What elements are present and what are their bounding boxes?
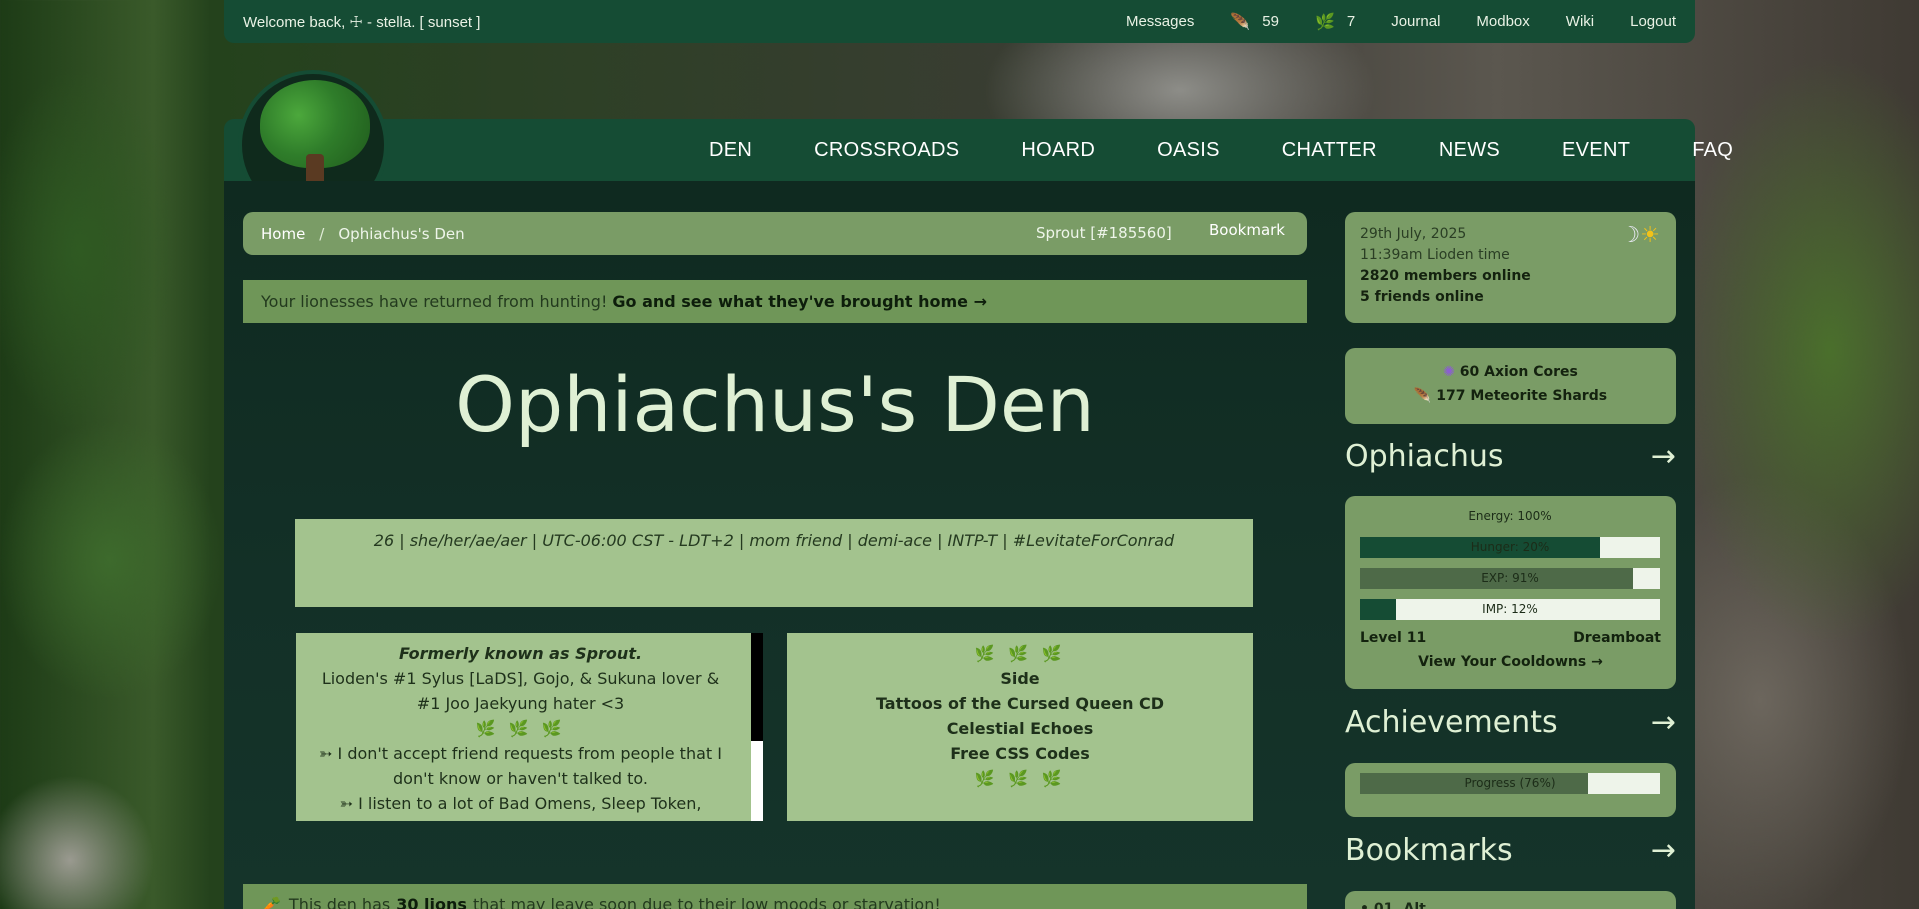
plant-icon: 🌿: [1314, 13, 1335, 31]
friends-online[interactable]: 5 friends online: [1360, 289, 1484, 305]
former-name: Formerly known as Sprout.: [398, 644, 643, 663]
breadcrumb-home[interactable]: Home: [261, 225, 305, 243]
axion-core-icon: ✺: [1443, 364, 1455, 380]
feather-icon: 🪶: [1230, 13, 1251, 31]
bookmarks-card: • 01. Alt: [1345, 891, 1676, 909]
den-links-right: 🌿 🌿 🌿 Side Tattoos of the Cursed Queen C…: [787, 633, 1253, 821]
achievements-arrow-icon[interactable]: →: [1651, 705, 1676, 740]
nav-crossroads[interactable]: CROSSROADS: [814, 139, 959, 162]
link-free-css[interactable]: Free CSS Codes: [787, 741, 1253, 766]
imp-fill: [1360, 599, 1396, 620]
nav-hoard[interactable]: HOARD: [1021, 139, 1095, 162]
link-tattoos[interactable]: Tattoos of the Cursed Queen CD: [787, 691, 1253, 716]
meteorite-shard-icon: 🪶: [1413, 388, 1432, 404]
wiki-link[interactable]: Wiki: [1566, 13, 1594, 30]
alert-text: Your lionesses have returned from huntin…: [261, 292, 608, 311]
modbox-link[interactable]: Modbox: [1476, 13, 1529, 30]
messages-link[interactable]: Messages: [1126, 13, 1194, 30]
hunger-bar: Hunger: 20%: [1360, 537, 1660, 558]
achievements-card: Progress (76%): [1345, 763, 1676, 817]
player-arrow-icon[interactable]: →: [1651, 439, 1676, 474]
feathers-counter[interactable]: 🪶 59: [1230, 12, 1279, 32]
feathers-count: 59: [1262, 13, 1279, 30]
date-text: 29th July, 2025: [1360, 226, 1467, 242]
energy-label: Energy: 100%: [1468, 509, 1552, 523]
welcome-text: Welcome back, ☩ - stella. [ sunset ]: [243, 13, 481, 31]
imp-bar: IMP: 12%: [1360, 599, 1660, 620]
lions-leaving-alert: 🥕 This den has 30 lions that may leave s…: [243, 884, 1307, 909]
level-row: Level 11 Dreamboat: [1360, 630, 1661, 646]
den-bio: 26 | she/her/ae/aer | UTC-06:00 CST - LD…: [295, 519, 1253, 607]
plant-counter[interactable]: 🌿 7: [1315, 12, 1355, 32]
achievement-progress-bar: Progress (76%): [1360, 773, 1660, 794]
top-bar: Welcome back, ☩ - stella. [ sunset ] Mes…: [224, 0, 1695, 43]
energy-bar: Energy: 100%: [1360, 506, 1660, 527]
leaving-post: that may leave soon due to their low moo…: [472, 894, 941, 909]
scrollbar-thumb[interactable]: [751, 741, 763, 821]
player-name[interactable]: Ophiachus: [1345, 439, 1504, 474]
time-card: 29th July, 2025 11:39am Lioden time 2820…: [1345, 212, 1676, 323]
journal-link[interactable]: Journal: [1391, 13, 1440, 30]
bookmark-button[interactable]: Bookmark: [1209, 221, 1285, 239]
lioden-time: 11:39am Lioden time: [1360, 247, 1510, 263]
leaving-count[interactable]: 30 lions: [396, 895, 467, 909]
den-info-left[interactable]: Formerly known as Sprout. Lioden's #1 Sy…: [296, 633, 763, 821]
main-nav: DEN CROSSROADS HOARD OASIS CHATTER NEWS …: [224, 119, 1733, 181]
leaving-pre: This den has: [288, 894, 391, 909]
moon-sun-icon: ☽☀: [1620, 223, 1660, 248]
logout-link[interactable]: Logout: [1630, 13, 1676, 30]
breadcrumb-separator: /: [319, 224, 325, 243]
nav-chatter[interactable]: CHATTER: [1282, 139, 1377, 162]
nav-faq[interactable]: FAQ: [1692, 139, 1733, 162]
den-info-scrollbar[interactable]: [751, 633, 763, 821]
axion-cores: ✺ 60 Axion Cores: [1345, 360, 1676, 384]
nav-news[interactable]: NEWS: [1439, 139, 1500, 162]
link-side[interactable]: Side: [787, 666, 1253, 691]
top-links: Messages 🪶 59 🌿 7 Journal Modbox Wiki Lo…: [1126, 12, 1676, 32]
nav-den[interactable]: DEN: [709, 139, 752, 162]
exp-bar: EXP: 91%: [1360, 568, 1660, 589]
hunt-return-alert: Your lionesses have returned from huntin…: [243, 280, 1307, 323]
header-banner: [224, 43, 1695, 119]
lover-line: Lioden's #1 Sylus [LaDS], Gojo, & Sukuna…: [321, 669, 720, 713]
breadcrumb: Home / Ophiachus's Den Sprout [#185560] …: [243, 212, 1307, 255]
page-title: Ophiachus's Den: [455, 360, 1095, 449]
friend-policy: ➳ I don't accept friend requests from pe…: [319, 744, 722, 788]
plant-count: 7: [1346, 13, 1356, 30]
progress-label: Progress (76%): [1464, 776, 1556, 790]
level-text: Level 11: [1360, 630, 1427, 646]
player-header[interactable]: Ophiachus →: [1345, 439, 1676, 474]
meteorite-text: 177 Meteorite Shards: [1436, 388, 1608, 404]
imp-label: IMP: 12%: [1482, 602, 1538, 616]
hunger-label: Hunger: 20%: [1470, 540, 1550, 554]
stats-card: Energy: 100% Hunger: 20% EXP: 91% IMP: 1…: [1345, 496, 1676, 689]
music-line: ➳ I listen to a lot of Bad Omens, Sleep …: [339, 794, 702, 821]
nav-event[interactable]: EVENT: [1562, 139, 1630, 162]
owner-id[interactable]: Sprout [#185560]: [1036, 224, 1172, 242]
nav-oasis[interactable]: OASIS: [1157, 139, 1220, 162]
bookmarks-title[interactable]: Bookmarks: [1345, 833, 1513, 868]
leaf-divider-bottom: 🌿 🌿 🌿: [974, 769, 1066, 788]
bookmarks-header[interactable]: Bookmarks →: [1345, 833, 1676, 868]
bookmarks-arrow-icon[interactable]: →: [1651, 833, 1676, 868]
meteorite-shards: 🪶 177 Meteorite Shards: [1345, 384, 1676, 408]
cooldowns-link[interactable]: View Your Cooldowns →: [1360, 654, 1661, 670]
bookmark-item[interactable]: • 01. Alt: [1360, 901, 1426, 909]
alert-link[interactable]: Go and see what they've brought home →: [612, 292, 987, 311]
nav-items: DEN CROSSROADS HOARD OASIS CHATTER NEWS …: [709, 119, 1733, 181]
currency-card: ✺ 60 Axion Cores 🪶 177 Meteorite Shards: [1345, 348, 1676, 424]
members-online[interactable]: 2820 members online: [1360, 268, 1531, 284]
achievements-title[interactable]: Achievements: [1345, 705, 1558, 740]
achievements-header[interactable]: Achievements →: [1345, 705, 1676, 740]
title-text: Dreamboat: [1573, 630, 1661, 646]
axion-text: 60 Axion Cores: [1459, 364, 1578, 380]
breadcrumb-current: Ophiachus's Den: [338, 224, 465, 243]
exp-label: EXP: 91%: [1481, 571, 1539, 585]
link-celestial-echoes[interactable]: Celestial Echoes: [787, 716, 1253, 741]
leaf-divider: 🌿 🌿 🌿: [475, 719, 566, 738]
leaf-divider-top: 🌿 🌿 🌿: [974, 644, 1066, 663]
lion-paw-icon: 🥕: [261, 894, 281, 909]
